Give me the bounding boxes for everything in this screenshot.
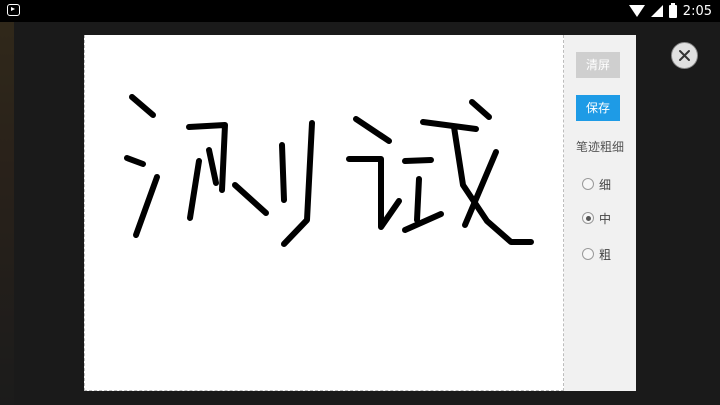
close-icon <box>679 50 690 61</box>
stroke-option-label: 中 <box>599 211 612 226</box>
close-button[interactable] <box>671 42 698 69</box>
radio-icon[interactable] <box>582 248 594 260</box>
radio-icon[interactable] <box>582 178 594 190</box>
save-button[interactable]: 保存 <box>576 95 620 121</box>
stroke <box>469 99 492 120</box>
notification-icon <box>7 4 20 16</box>
stroke <box>124 155 146 167</box>
status-icons: 2:05 <box>628 2 712 20</box>
stroke-option-label: 粗 <box>599 247 612 262</box>
status-time: 2:05 <box>682 3 712 19</box>
stroke <box>281 120 315 247</box>
signal-icon <box>650 5 663 17</box>
stroke <box>279 142 287 203</box>
stroke <box>346 156 402 230</box>
stroke <box>206 147 219 186</box>
stroke <box>402 157 434 164</box>
stroke-option-medium[interactable]: 中 <box>582 209 611 227</box>
drawing-canvas[interactable] <box>84 35 564 391</box>
stroke <box>133 174 160 238</box>
clear-button[interactable]: 清屏 <box>576 52 620 78</box>
stroke <box>129 94 156 118</box>
side-panel: 清屏 保存 笔迹粗细 细 中 粗 <box>564 35 636 391</box>
stroke <box>420 119 479 132</box>
handwriting-strokes <box>124 94 534 247</box>
stroke-option-thick[interactable]: 粗 <box>582 245 611 263</box>
status-bar: 2:05 <box>0 0 720 22</box>
radio-checked-icon[interactable] <box>582 212 594 224</box>
wifi-icon <box>628 5 645 17</box>
stroke <box>187 158 202 221</box>
signature-dialog: 清屏 保存 笔迹粗细 细 中 粗 <box>84 35 636 391</box>
stroke <box>232 182 269 216</box>
stroke <box>353 116 392 144</box>
stroke-option-label: 细 <box>599 177 612 192</box>
stroke-width-title: 笔迹粗细 <box>575 140 624 154</box>
stroke <box>402 211 444 233</box>
stroke <box>414 176 422 223</box>
stroke-option-thin[interactable]: 细 <box>582 175 611 193</box>
battery-icon <box>668 2 677 18</box>
